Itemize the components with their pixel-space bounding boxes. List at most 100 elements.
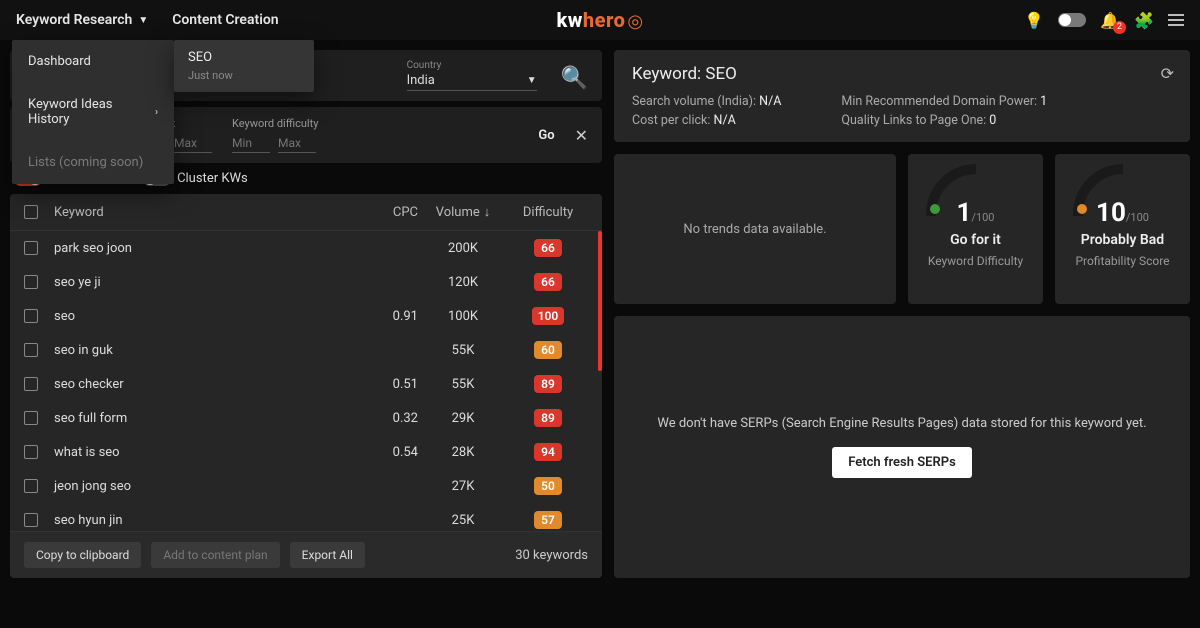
logo: kwhero◎ [556, 8, 643, 32]
row-difficulty: 66 [508, 239, 588, 257]
scrollbar-indicator[interactable] [598, 231, 602, 371]
right-panel: Keyword: SEO ⟳ Search volume (India): N/… [614, 50, 1190, 578]
dropdown-ideas-history[interactable]: Keyword Ideas History › [12, 83, 174, 141]
keyword-meta: Search volume (India): N/A Cost per clic… [632, 94, 1172, 128]
row-checkbox[interactable] [24, 513, 38, 527]
fetch-serps-button[interactable]: Fetch fresh SERPs [832, 447, 972, 478]
submenu-item-time: Just now [188, 69, 300, 82]
target-icon: ◎ [627, 11, 643, 32]
table-footer: Copy to clipboard Add to content plan Ex… [10, 531, 602, 578]
row-volume: 200K [418, 241, 508, 256]
topbar-left: Keyword Research ▼ Content Creation [16, 12, 279, 28]
topbar-right: 💡 🔔2 🧩 [1024, 11, 1184, 30]
table-row[interactable]: seo full form0.3229K89 [10, 401, 602, 435]
filter-kd: Keyword difficulty [232, 117, 318, 153]
table-row[interactable]: jeon jong seo27K50 [10, 469, 602, 503]
cpc-max-input[interactable] [174, 134, 212, 153]
table-row[interactable]: seo ye ji120K66 [10, 265, 602, 299]
export-all-button[interactable]: Export All [290, 542, 365, 568]
add-to-content-plan-button[interactable]: Add to content plan [151, 542, 279, 568]
dropdown-dashboard[interactable]: Dashboard [12, 40, 174, 83]
sort-down-icon: ↓ [484, 204, 491, 220]
row-difficulty: 89 [508, 409, 588, 427]
refresh-icon[interactable]: ⟳ [1161, 64, 1174, 83]
trends-card: No trends data available. [614, 154, 896, 304]
close-filters-icon[interactable]: ✕ [575, 126, 588, 145]
table-row[interactable]: seo0.91100K100 [10, 299, 602, 333]
kd-min-input[interactable] [232, 134, 270, 153]
select-all-checkbox[interactable] [24, 205, 38, 219]
extension-icon[interactable]: 🧩 [1134, 11, 1154, 30]
lightbulb-icon[interactable]: 💡 [1024, 11, 1044, 30]
keywords-count: 30 keywords [515, 548, 588, 563]
table-row[interactable]: seo hyun jin25K57 [10, 503, 602, 531]
copy-to-clipboard-button[interactable]: Copy to clipboard [24, 542, 141, 568]
header-keyword[interactable]: Keyword [54, 205, 348, 220]
row-checkbox[interactable] [24, 275, 38, 289]
cluster-kws-label: Cluster KWs [177, 171, 248, 186]
table-body[interactable]: park seo joon 200K66 seo ye ji 120K 66 seo0.9… [10, 231, 602, 531]
country-label: Country [407, 60, 537, 71]
row-difficulty: 94 [508, 443, 588, 461]
dropdown-ideas-history-label: Keyword Ideas History [28, 97, 155, 127]
search-icon[interactable]: 🔍 [561, 66, 588, 91]
country-value: India [407, 73, 435, 88]
row-volume: 120K [418, 275, 508, 290]
row-checkbox[interactable] [24, 479, 38, 493]
hamburger-menu[interactable] [1168, 14, 1184, 26]
nav-keyword-research-label: Keyword Research [16, 12, 132, 28]
nav-keyword-research[interactable]: Keyword Research ▼ [16, 12, 148, 28]
profitability-gauge: 10/100 Probably Bad Profitability Score [1055, 154, 1190, 304]
bell-icon[interactable]: 🔔2 [1100, 11, 1120, 30]
keywords-table: Keyword CPC Volume ↓ Difficulty park seo… [10, 194, 602, 578]
gauge-indicator-icon [930, 204, 940, 214]
metrics-row: No trends data available. 1/100 Go for i… [614, 154, 1190, 304]
row-keyword: seo ye ji [54, 275, 348, 290]
row-keyword: jeon jong seo [54, 479, 348, 494]
notification-badge: 2 [1113, 21, 1126, 34]
kd-filter-label: Keyword difficulty [232, 117, 318, 130]
row-keyword: park seo joon [54, 241, 348, 256]
row-keyword: seo [54, 309, 348, 324]
country-block: Country India ▼ [407, 60, 537, 91]
row-checkbox[interactable] [24, 241, 38, 255]
row-volume: 27K [418, 479, 508, 494]
go-button[interactable]: Go [538, 128, 554, 143]
theme-toggle[interactable] [1058, 13, 1086, 27]
row-keyword: seo full form [54, 411, 348, 426]
keyword-title: Keyword: SEO [632, 64, 1172, 84]
gauge-indicator-icon [1077, 204, 1087, 214]
table-row[interactable]: seo checker0.5155K89 [10, 367, 602, 401]
row-checkbox[interactable] [24, 445, 38, 459]
chevron-right-icon: › [155, 107, 158, 118]
row-checkbox[interactable] [24, 377, 38, 391]
header-difficulty[interactable]: Difficulty [508, 205, 588, 220]
table-header: Keyword CPC Volume ↓ Difficulty [10, 194, 602, 231]
row-checkbox[interactable] [24, 343, 38, 357]
row-cpc: 0.91 [348, 309, 418, 324]
row-cpc: 0.51 [348, 377, 418, 392]
row-cpc: 0.32 [348, 411, 418, 426]
row-volume: 29K [418, 411, 508, 426]
submenu-item[interactable]: SEO [188, 50, 300, 65]
dropdown-lists: Lists (coming soon) [12, 141, 174, 184]
country-select[interactable]: India ▼ [407, 71, 537, 91]
keyword-difficulty-gauge: 1/100 Go for it Keyword Difficulty [908, 154, 1043, 304]
chevron-down-icon: ▼ [138, 15, 148, 26]
table-row[interactable]: what is seo0.5428K94 [10, 435, 602, 469]
keyword-research-dropdown: Dashboard Keyword Ideas History › Lists … [12, 40, 174, 184]
header-cpc[interactable]: CPC [348, 205, 418, 220]
row-difficulty: 60 [508, 341, 588, 359]
row-difficulty: 57 [508, 511, 588, 529]
row-volume: 55K [418, 343, 508, 358]
table-row[interactable]: seo in guk55K60 [10, 333, 602, 367]
kd-max-input[interactable] [278, 134, 316, 153]
table-row[interactable]: park seo joon 200K66 [10, 231, 602, 265]
nav-content-creation[interactable]: Content Creation [172, 12, 278, 28]
row-checkbox[interactable] [24, 309, 38, 323]
header-volume[interactable]: Volume ↓ [418, 204, 508, 220]
keyword-header-card: Keyword: SEO ⟳ Search volume (India): N/… [614, 50, 1190, 142]
chevron-down-icon: ▼ [527, 75, 537, 86]
row-volume: 100K [418, 309, 508, 324]
row-checkbox[interactable] [24, 411, 38, 425]
